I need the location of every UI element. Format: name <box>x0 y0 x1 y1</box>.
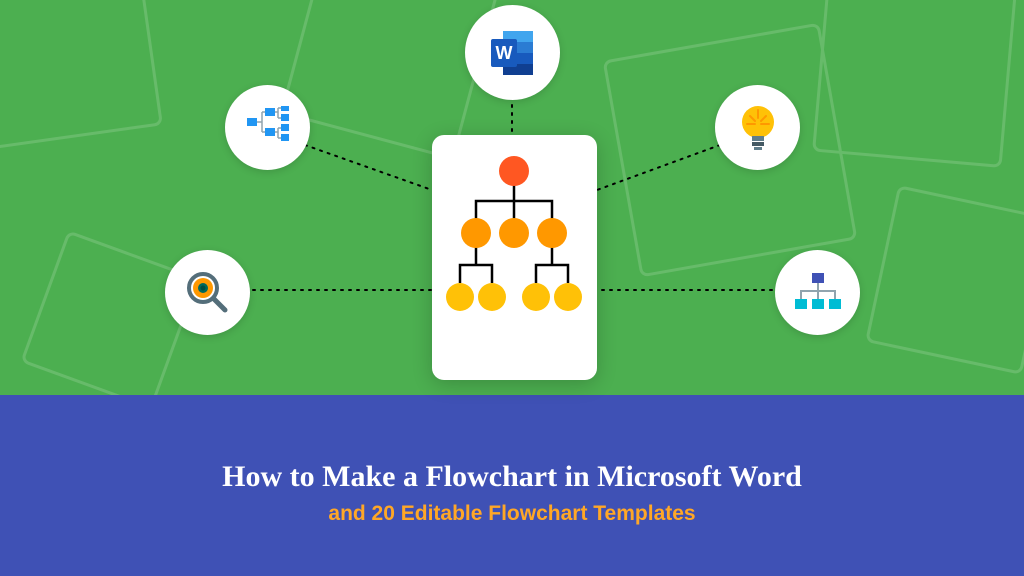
tree-diagram <box>444 153 585 362</box>
word-icon: W <box>465 5 560 100</box>
page-subtitle: and 20 Editable Flowchart Templates <box>0 502 1024 526</box>
flowchart-card <box>432 135 597 380</box>
org-chart-icon <box>225 85 310 170</box>
magnifier-icon <box>165 250 250 335</box>
lightbulb-icon <box>715 85 800 170</box>
hierarchy-icon <box>775 250 860 335</box>
svg-text:W: W <box>495 43 512 63</box>
page-title: How to Make a Flowchart in Microsoft Wor… <box>0 460 1024 494</box>
